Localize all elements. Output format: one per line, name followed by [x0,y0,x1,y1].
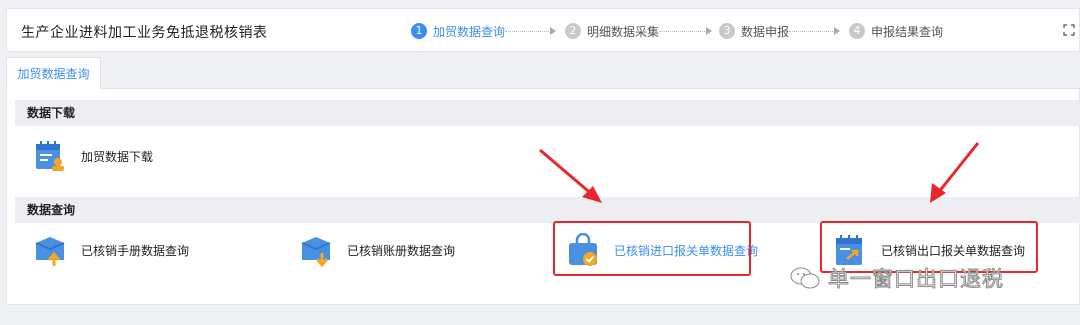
step-3[interactable]: 3 数据申报 [719,21,789,41]
page-title: 生产企业进料加工业务免抵退税核销表 [21,25,268,41]
card-manual-query[interactable]: 已核销手册数据查询 [33,230,189,270]
step-arrow-icon [550,27,556,35]
red-arrow-icon [930,142,980,203]
card-trade-data-download[interactable]: 加贸数据下载 [33,136,153,176]
card-label: 已核销手册数据查询 [81,243,190,258]
step-4-number: 4 [849,23,865,39]
step-3-number: 3 [719,23,735,39]
wechat-icon [790,267,820,289]
step-connector [505,31,551,32]
step-4-label: 申报结果查询 [871,24,944,39]
calendar-download-icon [36,141,64,171]
card-label: 已核销账册数据查询 [347,243,456,258]
watermark: 单一窗口出口退税 [790,263,1004,293]
step-4[interactable]: 4 申报结果查询 [849,21,943,41]
highlight-box-import [553,221,751,276]
step-3-label: 数据申报 [741,24,790,39]
page-header: 生产企业进料加工业务免抵退税核销表 1 加贸数据查询 2 明细数据采集 3 数据… [6,8,1080,52]
step-arrow-icon [834,27,840,35]
step-2[interactable]: 2 明细数据采集 [565,21,659,41]
tab-trade-data-query[interactable]: 加贸数据查询 [6,57,101,90]
watermark-text: 单一窗口出口退税 [828,267,1004,292]
card-label: 加贸数据下载 [81,149,154,164]
step-2-number: 2 [565,23,581,39]
step-connector [789,31,835,32]
card-ledger-query[interactable]: 已核销账册数据查询 [299,230,455,270]
step-1[interactable]: 1 加贸数据查询 [411,21,505,41]
box-download-icon [301,237,331,267]
step-arrow-icon [706,27,712,35]
expand-icon[interactable] [1063,24,1075,36]
section-title-download: 数据下载 [15,100,1080,126]
step-1-label: 加贸数据查询 [433,24,506,39]
app-root: 生产企业进料加工业务免抵退税核销表 1 加贸数据查询 2 明细数据采集 3 数据… [0,0,1080,325]
step-1-number: 1 [411,23,427,39]
box-upload-icon [35,237,65,266]
step-2-label: 明细数据采集 [587,24,660,39]
step-connector [659,31,707,32]
tab-bar: 加贸数据查询 [6,57,1080,90]
red-arrow-icon [539,148,602,203]
